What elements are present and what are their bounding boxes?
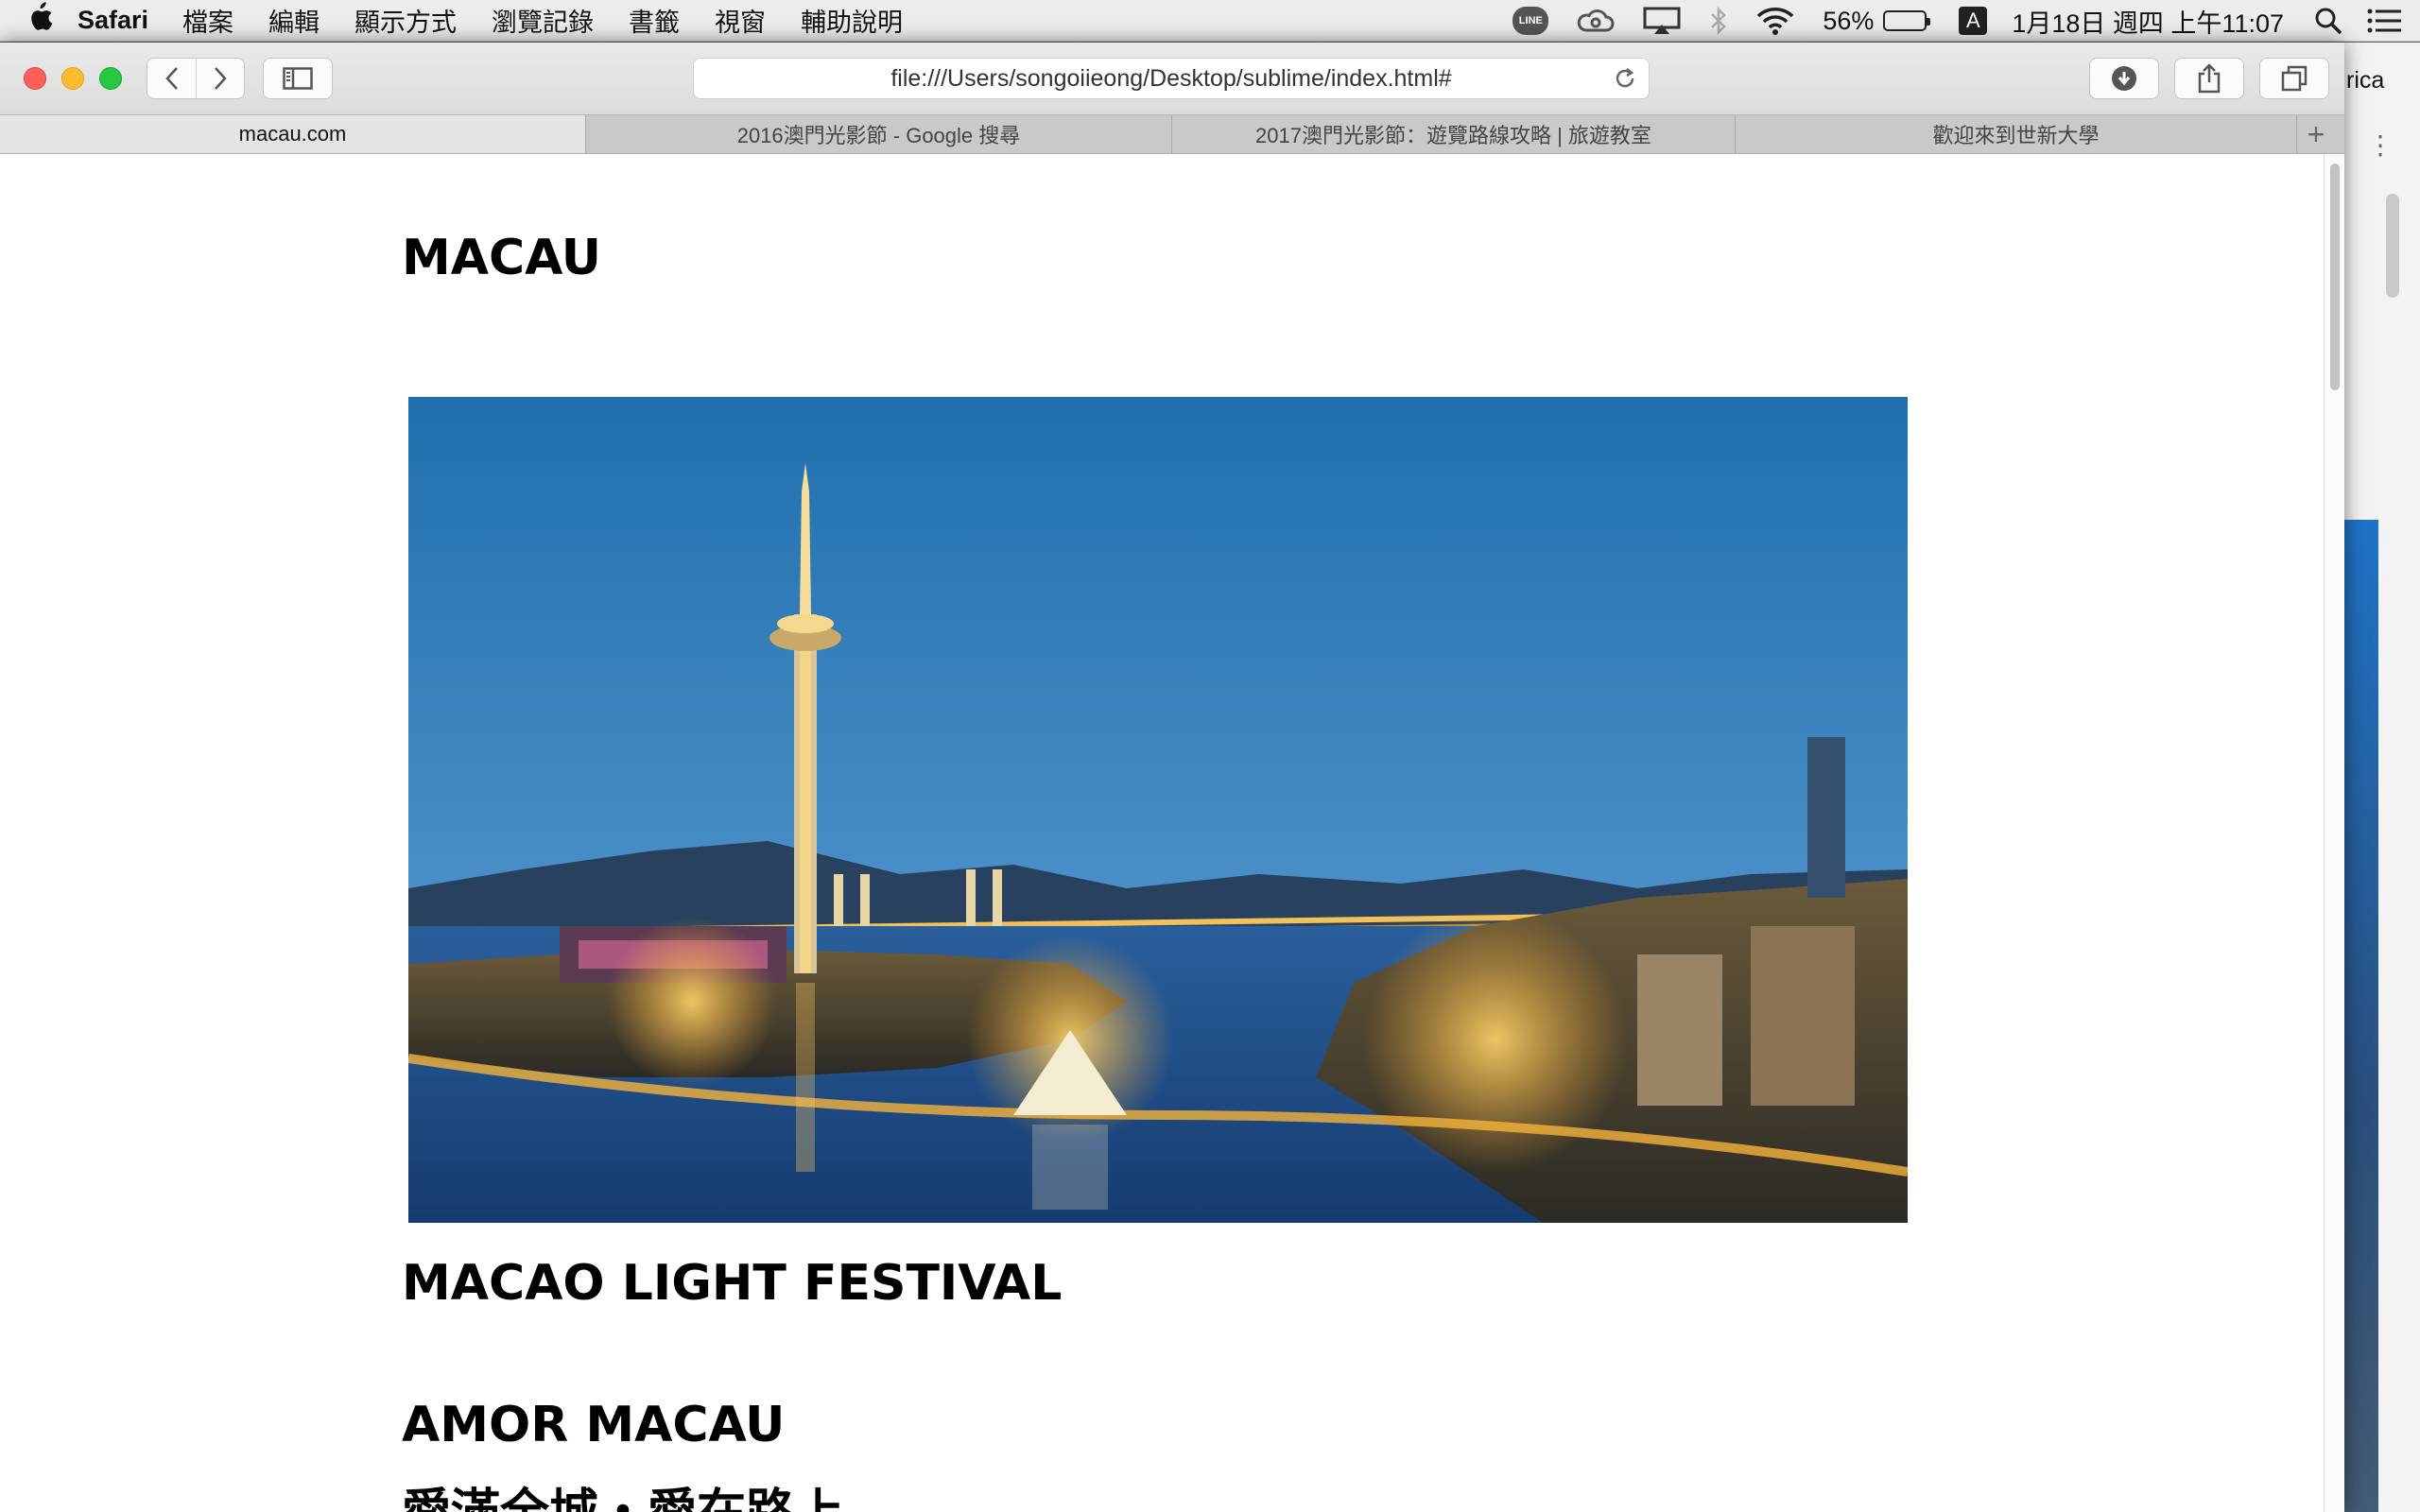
menu-edit[interactable]: 編輯: [268, 2, 320, 39]
downloads-button[interactable]: [2089, 58, 2159, 99]
menu-bar: Safari 檔案 編輯 顯示方式 瀏覽記錄 書籤 視窗 輔助說明 LINE 5…: [0, 0, 2420, 42]
more-options-icon[interactable]: ⋮: [2367, 129, 2394, 161]
forward-button[interactable]: [196, 59, 244, 98]
menu-file[interactable]: 檔案: [182, 2, 233, 39]
chevron-right-icon: [215, 67, 227, 90]
status-area: LINE 56% A 1月18日 週四 上午11:07: [1484, 0, 2420, 42]
spotlight-search-icon[interactable]: [2314, 7, 2342, 35]
input-source-icon[interactable]: A: [1959, 7, 1988, 35]
minimize-window-button[interactable]: [61, 67, 84, 90]
show-sidebar-button[interactable]: [263, 58, 333, 99]
menu-history[interactable]: 瀏覽記錄: [492, 2, 594, 39]
tab-label: macau.com: [238, 122, 347, 146]
tab-label: 歡迎來到世新大學: [1932, 124, 2100, 147]
menu-window[interactable]: 視窗: [715, 2, 766, 39]
creative-cloud-icon[interactable]: [1577, 8, 1615, 34]
menubar-clock[interactable]: 1月18日 週四 上午11:07: [2012, 3, 2284, 40]
sidebar-icon: [283, 67, 313, 90]
menu-view[interactable]: 顯示方式: [354, 2, 457, 39]
zoom-window-button[interactable]: [99, 67, 122, 90]
background-window-edge: rica ⋮: [2344, 43, 2420, 1512]
chevron-left-icon: [164, 67, 178, 90]
tab-shih-hsin-university[interactable]: 歡迎來到世新大學: [1736, 115, 2297, 153]
page-title: MACAU: [402, 230, 602, 286]
battery-icon[interactable]: [1883, 10, 1931, 31]
tabs-overview-icon: [2281, 65, 2308, 92]
address-bar[interactable]: file:///Users/songoiieong/Desktop/sublim…: [693, 58, 1650, 99]
menu-help[interactable]: 輔助說明: [801, 2, 903, 39]
nav-buttons: [147, 58, 245, 99]
apple-menu-icon[interactable]: [26, 1, 78, 40]
section-subheading-love-city: 愛滿全城・愛在路上: [402, 1472, 844, 1512]
share-button[interactable]: [2174, 58, 2244, 99]
background-image-strip: [2344, 520, 2378, 1512]
section-heading-light-festival: MACAO LIGHT FESTIVAL: [402, 1255, 1063, 1312]
scrollbar-thumb[interactable]: [2330, 163, 2340, 390]
close-window-button[interactable]: [24, 67, 46, 90]
wifi-icon[interactable]: [1756, 7, 1794, 35]
tab-bar: macau.com 2016澳門光影節 - Google 搜尋 2017澳門光影…: [0, 114, 2344, 154]
reload-icon[interactable]: [1613, 66, 1637, 97]
tab-label: 2017澳門光影節：遊覽路線攻略 | 旅遊教室: [1255, 124, 1651, 147]
airplay-icon[interactable]: [1643, 7, 1681, 35]
back-button[interactable]: [147, 59, 196, 98]
show-all-tabs-button[interactable]: [2259, 58, 2329, 99]
web-page: MACAU MACAO LIGHT FESTIVAL AMOR MACAU: [0, 154, 2324, 1512]
battery-percent: 56%: [1823, 6, 1875, 35]
background-window-text: rica: [2346, 67, 2385, 94]
url-text: file:///Users/songoiieong/Desktop/sublim…: [890, 64, 1452, 92]
bluetooth-icon[interactable]: [1709, 6, 1728, 36]
tab-label: 2016澳門光影節 - Google 搜尋: [736, 124, 1021, 147]
menu-bookmarks[interactable]: 書籤: [629, 2, 680, 39]
browser-toolbar: file:///Users/songoiieong/Desktop/sublim…: [0, 43, 2344, 114]
app-menu-safari[interactable]: Safari: [78, 6, 148, 35]
background-scrollbar[interactable]: [2386, 194, 2399, 298]
notification-center-icon[interactable]: [2367, 9, 2401, 33]
download-icon: [2112, 66, 2136, 91]
tab-travel-guide[interactable]: 2017澳門光影節：遊覽路線攻略 | 旅遊教室: [1172, 115, 1736, 153]
tab-macau[interactable]: macau.com: [0, 115, 586, 153]
tab-google-search[interactable]: 2016澳門光影節 - Google 搜尋: [586, 115, 1172, 153]
macau-night-skyline-image: [408, 397, 1908, 1223]
line-app-icon[interactable]: LINE: [1512, 7, 1549, 35]
page-scrollbar[interactable]: [2324, 154, 2344, 1512]
share-icon: [2198, 63, 2221, 94]
section-heading-amor-macau: AMOR MACAU: [402, 1397, 786, 1453]
new-tab-button[interactable]: +: [2297, 115, 2335, 153]
